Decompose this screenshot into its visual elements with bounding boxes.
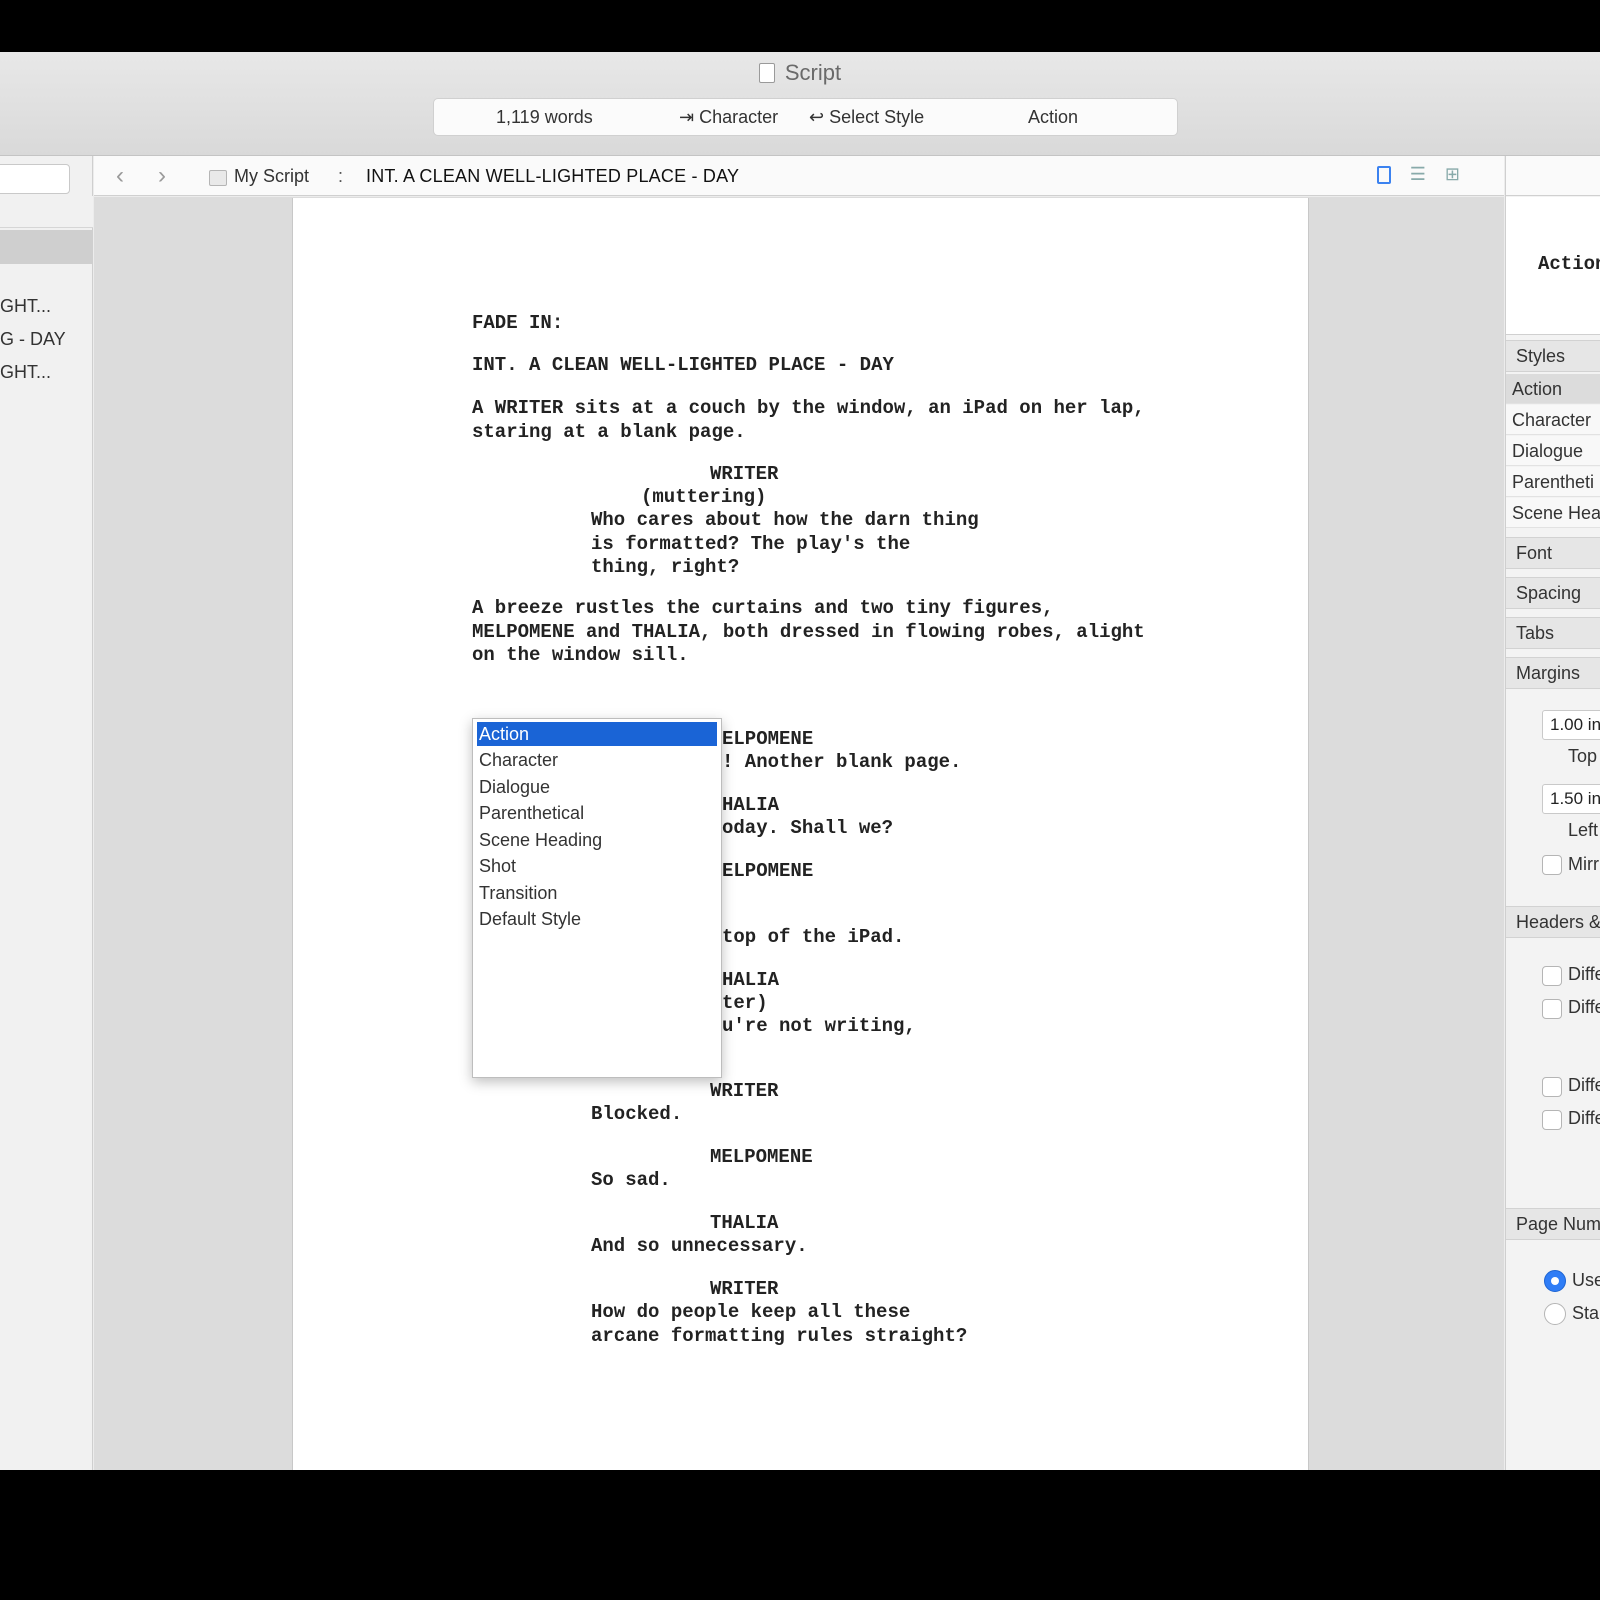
inspector-toolbar (1506, 156, 1600, 196)
fade-in: FADE IN: (472, 312, 564, 334)
style-option-default[interactable]: Default Style (477, 907, 717, 931)
corkboard-view-icon[interactable]: ⊞ (1445, 164, 1460, 185)
return-hint[interactable]: ↩ Select Style (809, 107, 924, 128)
sidebar-selected-row[interactable] (0, 230, 93, 264)
notebook-icon (209, 170, 227, 186)
start-radio[interactable] (1544, 1303, 1566, 1325)
page-numbers-section-header[interactable]: Page Num (1506, 1208, 1600, 1240)
tab-hint[interactable]: ⇥ Character (679, 107, 778, 128)
outline-view-icon[interactable]: ☰ (1410, 164, 1426, 185)
different-first-label: Diffe (1568, 964, 1600, 984)
window-title: Script (0, 60, 1600, 86)
style-option-dialogue[interactable]: Dialogue (477, 775, 717, 799)
style-popup-menu: Action Character Dialogue Parenthetical … (472, 718, 722, 1078)
current-style[interactable]: Action (1028, 107, 1078, 128)
character-cue: WRITER (710, 463, 779, 485)
style-row-character[interactable]: Character (1506, 405, 1600, 435)
breadcrumb-separator: : (338, 166, 344, 186)
status-bar: 1,119 words ⇥ Character ↩ Select Style A… (433, 98, 1178, 136)
mirror-label: Mirr (1568, 854, 1599, 874)
use-radio[interactable] (1544, 1270, 1566, 1292)
action-paragraph: A WRITER sits at a couch by the window, … (472, 397, 1145, 443)
margin-top-label: Top (1568, 746, 1598, 766)
style-row-action[interactable]: Action (1506, 374, 1600, 404)
start-radio-label: Sta (1572, 1303, 1600, 1323)
page-view-icon[interactable] (1376, 166, 1391, 185)
use-radio-label: Use (1572, 1270, 1600, 1290)
dialogue-partial: oday. Shall we? (722, 817, 894, 839)
different-footer-first-label: Diffe (1568, 1075, 1600, 1095)
style-option-action[interactable]: Action (477, 722, 717, 746)
back-arrow-icon[interactable]: ‹ (116, 162, 124, 190)
character-cue: MELPOMENE (710, 1146, 813, 1168)
style-row-scene-heading[interactable]: Scene Hea (1506, 498, 1600, 528)
character-cue-partial: ELPOMENE (722, 860, 814, 882)
character-cue: WRITER (710, 1278, 779, 1300)
inspector-panel: Action Styles Action Character Dialogue … (1505, 156, 1600, 1470)
parenthetical: (muttering) (641, 486, 767, 508)
spacing-section-header[interactable]: Spacing (1506, 577, 1600, 609)
different-footer-first-checkbox[interactable] (1542, 1077, 1562, 1097)
forward-arrow-icon[interactable]: › (158, 162, 166, 190)
style-option-scene-heading[interactable]: Scene Heading (477, 828, 717, 852)
style-row-parenthetical[interactable]: Parentheti (1506, 467, 1600, 497)
navigation-bar: ‹ › My Script : INT. A CLEAN WELL-LIGHTE… (94, 156, 1504, 196)
character-cue: WRITER (710, 1080, 779, 1102)
dialogue: Who cares about how the darn thing is fo… (591, 509, 979, 578)
character-cue-partial: HALIA (722, 794, 780, 816)
dialogue-partial: ! Another blank page. (722, 751, 962, 773)
action-partial: top of the iPad. (722, 926, 905, 948)
character-cue-partial: ELPOMENE (722, 728, 814, 750)
sidebar-item[interactable]: GHT... (0, 296, 51, 317)
dialogue: And so unnecessary. (591, 1235, 808, 1257)
dialogue-partial: u're not writing, (722, 1015, 916, 1037)
word-count: 1,119 words (496, 107, 593, 127)
parenthetical-partial: ter) (722, 992, 768, 1014)
dialogue: Blocked. (591, 1103, 683, 1125)
tabs-section-header[interactable]: Tabs (1506, 617, 1600, 649)
document-icon (758, 63, 775, 83)
dialogue: How do people keep all these arcane form… (591, 1301, 968, 1347)
sidebar-search-field[interactable] (0, 164, 70, 194)
style-preview: Action (1506, 197, 1600, 335)
dialogue: So sad. (591, 1169, 671, 1191)
sidebar-item[interactable]: GHT... (0, 362, 51, 383)
margin-left-label: Left (1568, 820, 1599, 840)
style-option-shot[interactable]: Shot (477, 854, 717, 878)
style-preview-text: Action (1538, 253, 1600, 275)
different-first-checkbox[interactable] (1542, 966, 1562, 986)
different-odd-checkbox[interactable] (1542, 999, 1562, 1019)
breadcrumb-document[interactable]: My Script (234, 166, 309, 187)
different-footer-odd-label: Diffe (1568, 1108, 1600, 1128)
different-odd-label: Diffe (1568, 997, 1600, 1017)
app-window: Script 1,119 words ⇥ Character ↩ Select … (0, 52, 1600, 1470)
style-row-dialogue[interactable]: Dialogue (1506, 436, 1600, 466)
headers-section-header[interactable]: Headers & (1506, 906, 1600, 938)
character-cue-partial: HALIA (722, 969, 780, 991)
character-cue: THALIA (710, 1212, 779, 1234)
sidebar-item[interactable]: G - DAY (0, 329, 66, 350)
title-bar: Script 1,119 words ⇥ Character ↩ Select … (0, 52, 1600, 156)
different-footer-odd-checkbox[interactable] (1542, 1110, 1562, 1130)
scene-heading: INT. A CLEAN WELL-LIGHTED PLACE - DAY (472, 354, 894, 376)
mirror-checkbox[interactable] (1542, 855, 1562, 875)
margins-section-header[interactable]: Margins (1506, 657, 1600, 689)
breadcrumb-scene[interactable]: INT. A CLEAN WELL-LIGHTED PLACE - DAY (366, 166, 739, 187)
binder-sidebar: GHT... G - DAY GHT... (0, 156, 93, 1470)
styles-section-header[interactable]: Styles (1506, 340, 1600, 372)
style-option-character[interactable]: Character (477, 748, 717, 772)
margin-left-field[interactable]: 1.50 in (1542, 784, 1600, 814)
sidebar-header (0, 196, 93, 228)
view-mode-icons: ☰ ⊞ (1363, 164, 1460, 185)
style-option-transition[interactable]: Transition (477, 881, 717, 905)
margin-top-field[interactable]: 1.00 in (1542, 710, 1600, 740)
action-paragraph: A breeze rustles the curtains and two ti… (472, 597, 1145, 666)
font-section-header[interactable]: Font (1506, 537, 1600, 569)
window-title-text: Script (784, 60, 842, 85)
style-option-parenthetical[interactable]: Parenthetical (477, 801, 717, 825)
